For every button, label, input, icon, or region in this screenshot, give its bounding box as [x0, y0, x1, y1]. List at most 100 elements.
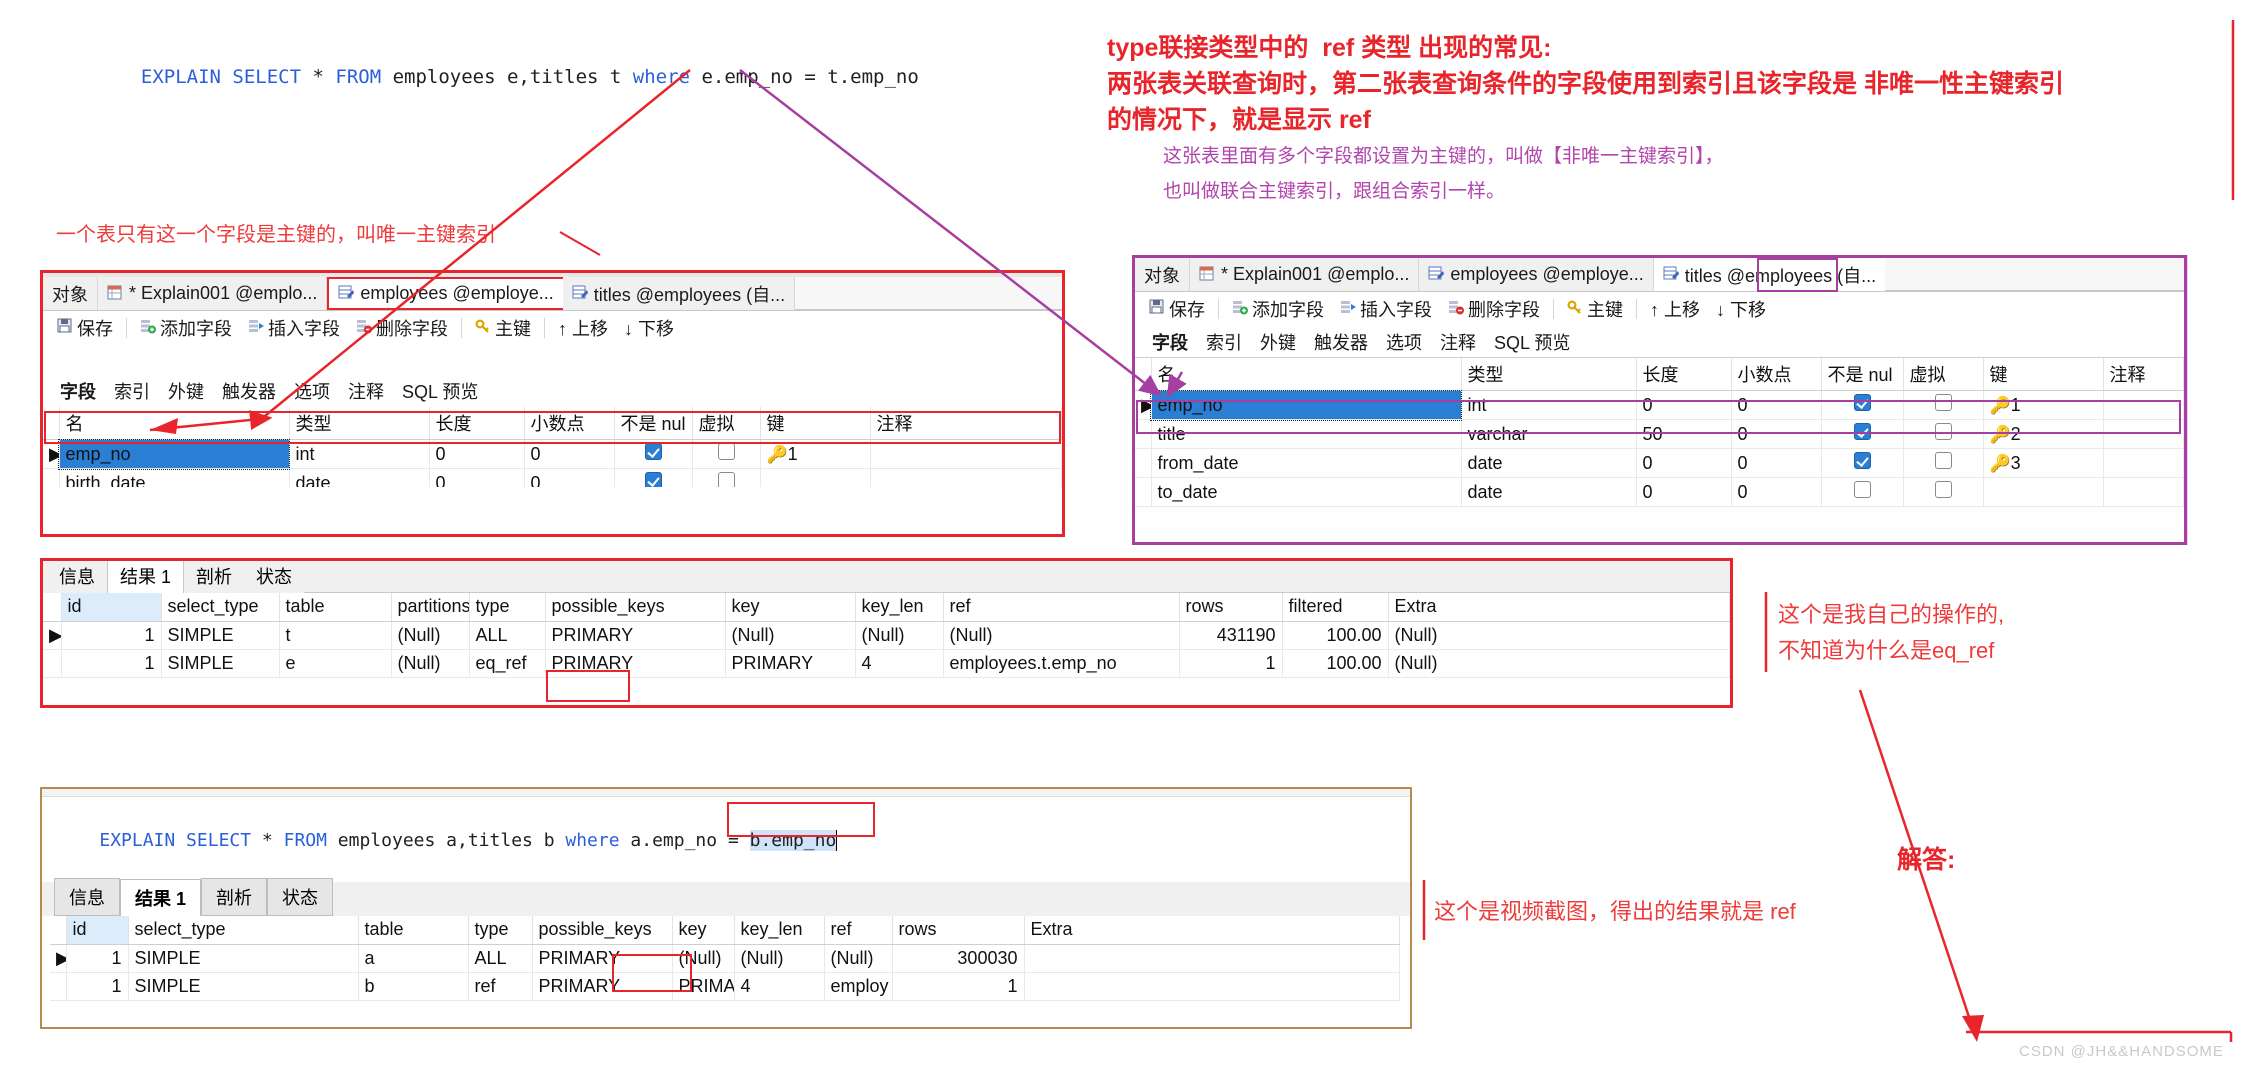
cell-extra[interactable]: (Null) — [1388, 649, 1730, 678]
col-type[interactable]: type — [469, 593, 546, 622]
col-id[interactable]: id — [66, 916, 129, 945]
checkbox-unchecked[interactable] — [1853, 481, 1871, 498]
subtab-foreign-keys[interactable]: 外键 — [159, 378, 213, 404]
table-row[interactable]: from_date date 0 0 🔑3 — [1135, 448, 2184, 478]
col-possible-keys[interactable]: possible_keys — [545, 593, 726, 622]
field-decimals[interactable]: 0 — [1731, 448, 1822, 478]
table-row[interactable]: ▶ 1 SIMPLE t (Null) ALL PRIMARY (Null) (… — [43, 621, 1730, 650]
cell-key-len[interactable]: 4 — [855, 649, 944, 678]
cell-table[interactable]: b — [358, 972, 469, 1001]
result-tab-info[interactable]: 信息 — [54, 878, 120, 916]
field-comment[interactable] — [870, 468, 1062, 487]
col-type[interactable]: type — [468, 916, 533, 945]
field-key[interactable] — [1983, 477, 2104, 507]
move-down-button[interactable]: ↓ 下移 — [1710, 296, 1772, 322]
cell-key-len[interactable]: (Null) — [734, 944, 825, 973]
field-notnull[interactable] — [614, 468, 693, 487]
col-key-len[interactable]: key_len — [855, 593, 944, 622]
table-row[interactable]: to_date date 0 0 — [1135, 477, 2184, 507]
cell-select-type[interactable]: SIMPLE — [161, 621, 280, 650]
table-row[interactable]: 1 SIMPLE b ref PRIMARY PRIMAR 4 employ 1 — [50, 972, 1400, 1001]
designer-left-tabbar[interactable]: 对象 * Explain001 @emplo... employees @emp… — [43, 277, 1062, 311]
primary-key-button[interactable]: 主键 — [1561, 296, 1629, 322]
col-rows[interactable]: rows — [892, 916, 1025, 945]
delete-field-button[interactable]: 删除字段 — [350, 315, 454, 341]
cell-type[interactable]: ALL — [469, 621, 546, 650]
col-partitions[interactable]: partitions — [391, 593, 470, 622]
cell-ref[interactable]: (Null) — [943, 621, 1180, 650]
field-notnull[interactable] — [1821, 477, 1904, 507]
cell-extra[interactable] — [1024, 972, 1400, 1001]
field-name[interactable]: from_date — [1151, 448, 1462, 478]
subtab-sql-preview[interactable]: SQL 预览 — [1485, 329, 1579, 355]
subtab-comment[interactable]: 注释 — [339, 378, 393, 404]
field-virtual[interactable] — [692, 468, 761, 487]
subtab-options[interactable]: 选项 — [1377, 329, 1431, 355]
field-key[interactable]: 🔑3 — [1983, 448, 2104, 478]
cell-id[interactable]: 1 — [61, 649, 162, 678]
cell-ref[interactable]: employees.t.emp_no — [943, 649, 1180, 678]
cell-rows[interactable]: 1 — [892, 972, 1025, 1001]
result-bottom-tabbar[interactable]: 信息 结果 1 剖析 状态 — [42, 878, 1410, 916]
cell-key[interactable]: PRIMARY — [725, 649, 856, 678]
cell-partitions[interactable]: (Null) — [391, 649, 470, 678]
field-virtual[interactable] — [1903, 477, 1984, 507]
delete-field-button[interactable]: 删除字段 — [1442, 296, 1546, 322]
cell-rows[interactable]: 431190 — [1179, 621, 1283, 650]
cell-type[interactable]: ALL — [468, 944, 533, 973]
add-field-button[interactable]: 添加字段 — [1226, 296, 1330, 322]
field-decimals[interactable]: 0 — [1731, 477, 1822, 507]
col-extra[interactable]: Extra — [1024, 916, 1400, 945]
tab-objects[interactable]: 对象 — [1135, 258, 1190, 291]
tab-employees[interactable]: employees @employe... — [327, 277, 563, 310]
col-rows[interactable]: rows — [1179, 593, 1283, 622]
table-row[interactable]: 1 SIMPLE e (Null) eq_ref PRIMARY PRIMARY… — [43, 649, 1730, 678]
field-length[interactable]: 0 — [1636, 477, 1732, 507]
col-possible-keys[interactable]: possible_keys — [532, 916, 673, 945]
designer-right-subtabs[interactable]: 字段 索引 外键 触发器 选项 注释 SQL 预览 — [1135, 326, 2184, 358]
checkbox-checked[interactable] — [644, 443, 662, 460]
result-tab-status[interactable]: 状态 — [244, 561, 304, 593]
subtab-foreign-keys[interactable]: 外键 — [1251, 329, 1305, 355]
field-length[interactable]: 0 — [1636, 448, 1732, 478]
explain-result-grid-bottom[interactable]: id select_type table type possible_keys … — [50, 916, 1400, 1001]
subtab-options[interactable]: 选项 — [285, 378, 339, 404]
field-length[interactable]: 0 — [429, 468, 525, 487]
designer-left-toolbar[interactable]: 保存 添加字段 插入字段 删除字段 主键 ↑ 上移 ↓ 下移 — [43, 311, 1062, 345]
move-up-button[interactable]: ↑ 上移 — [552, 315, 614, 341]
col-name[interactable]: 名 — [1151, 358, 1462, 391]
result-tab-profile[interactable]: 剖析 — [201, 878, 268, 916]
col-notnull[interactable]: 不是 nul — [1821, 358, 1904, 391]
field-name[interactable]: to_date — [1151, 477, 1462, 507]
move-down-button[interactable]: ↓ 下移 — [618, 315, 680, 341]
insert-field-button[interactable]: 插入字段 — [1334, 296, 1438, 322]
result-tab-info[interactable]: 信息 — [47, 561, 107, 593]
designer-right-tabbar[interactable]: 对象 * Explain001 @emplo... employees @emp… — [1135, 258, 2184, 292]
cell-key-len[interactable]: (Null) — [855, 621, 944, 650]
col-decimals[interactable]: 小数点 — [1731, 358, 1822, 391]
cell-table[interactable]: e — [279, 649, 392, 678]
cell-key-len[interactable]: 4 — [734, 972, 825, 1001]
tab-explain001[interactable]: * Explain001 @emplo... — [1190, 258, 1420, 291]
cell-key[interactable]: (Null) — [725, 621, 856, 650]
field-type[interactable]: date — [289, 468, 430, 487]
cell-partitions[interactable]: (Null) — [391, 621, 470, 650]
add-field-button[interactable]: 添加字段 — [134, 315, 238, 341]
cell-type[interactable]: ref — [468, 972, 533, 1001]
field-comment[interactable] — [2103, 477, 2184, 507]
save-button[interactable]: 保存 — [51, 315, 119, 341]
col-id[interactable]: id — [61, 593, 162, 622]
field-virtual[interactable] — [1903, 448, 1984, 478]
designer-left-subtabs[interactable]: 字段 索引 外键 触发器 选项 注释 SQL 预览 — [43, 375, 1062, 407]
cell-id[interactable]: 1 — [61, 621, 162, 650]
field-notnull[interactable] — [1821, 448, 1904, 478]
subtab-sql-preview[interactable]: SQL 预览 — [393, 378, 487, 404]
col-table[interactable]: table — [358, 916, 469, 945]
field-type[interactable]: date — [1461, 477, 1637, 507]
cell-table[interactable]: t — [279, 621, 392, 650]
cell-possible-keys[interactable]: PRIMARY — [545, 621, 726, 650]
col-type[interactable]: 类型 — [1461, 358, 1637, 391]
result-tab-profile[interactable]: 剖析 — [184, 561, 244, 593]
cell-filtered[interactable]: 100.00 — [1282, 649, 1389, 678]
col-table[interactable]: table — [279, 593, 392, 622]
